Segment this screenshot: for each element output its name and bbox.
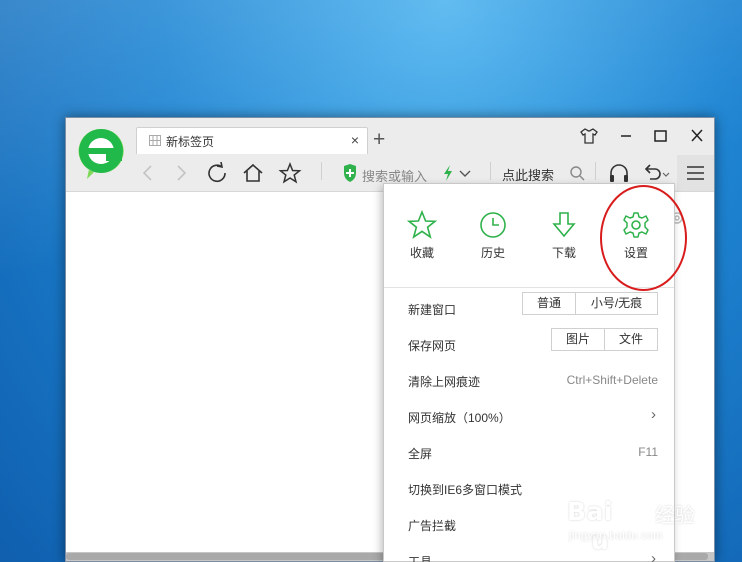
chevron-right-icon: › [651, 550, 656, 562]
watermark-url: jingyan.baidu.com [569, 530, 663, 542]
shortcut-label: Ctrl+Shift+Delete [566, 373, 658, 387]
paw-logo-icon [619, 485, 640, 506]
new-window-incognito-button[interactable]: 小号/无痕 [575, 293, 657, 314]
hamburger-menu-icon [687, 166, 704, 180]
watermark-cn: 经验 [655, 505, 695, 527]
refresh-icon[interactable] [204, 161, 230, 185]
skin-shirt-icon[interactable] [576, 125, 602, 147]
menu-item-label: 切换到IE6多窗口模式 [408, 483, 523, 497]
headphones-icon[interactable] [606, 161, 632, 185]
shortcut-label: F11 [638, 445, 658, 459]
quick-download-button[interactable]: 下载 [539, 210, 589, 261]
menu-item-label: 广告拦截 [408, 519, 457, 533]
close-icon[interactable] [684, 125, 710, 147]
menu-item-save-page[interactable]: 保存网页 图片 文件 [408, 327, 658, 363]
security-shield-icon[interactable] [338, 161, 364, 185]
search-box[interactable]: 点此搜索 [502, 165, 554, 184]
browser-logo-icon [78, 128, 124, 179]
menu-item-fullscreen[interactable]: 全屏 F11 [408, 435, 658, 471]
menu-item-label: 全屏 [408, 447, 433, 461]
menu-item-tools[interactable]: 工具 › [408, 543, 658, 562]
chevron-right-icon: › [651, 406, 656, 423]
minimize-icon[interactable] [613, 125, 639, 147]
search-icon[interactable] [566, 161, 588, 185]
quick-history-button[interactable]: 历史 [468, 210, 518, 261]
toolbar-divider [490, 162, 491, 180]
tab-close-icon[interactable]: × [351, 132, 359, 148]
home-icon[interactable] [240, 161, 266, 185]
grid-icon [149, 135, 161, 146]
chevron-down-icon[interactable] [457, 161, 473, 185]
quick-favorites-button[interactable]: 收藏 [397, 210, 447, 261]
menu-item-clear-history[interactable]: 清除上网痕迹 Ctrl+Shift+Delete [408, 363, 658, 399]
menu-item-new-window[interactable]: 新建窗口 普通 小号/无痕 [408, 291, 658, 327]
maximize-icon[interactable] [647, 125, 673, 147]
main-menu-button[interactable] [677, 155, 714, 191]
new-window-normal-button[interactable]: 普通 [523, 293, 575, 314]
browser-topbar: 新标签页 × + 搜索或输入 点此搜索 [66, 118, 714, 192]
lightning-icon[interactable] [441, 161, 455, 185]
menu-item-label: 工具 [408, 555, 433, 562]
download-icon [552, 212, 576, 238]
watermark-brand: Baiu [567, 497, 613, 555]
undo-icon[interactable] [640, 161, 672, 185]
menu-item-label: 清除上网痕迹 [408, 375, 481, 389]
toolbar-divider [321, 162, 322, 180]
favorite-star-icon[interactable] [277, 161, 303, 185]
back-icon[interactable] [135, 161, 161, 185]
menu-item-label: 保存网页 [408, 339, 457, 353]
save-as-file-button[interactable]: 文件 [604, 329, 657, 350]
star-icon [406, 210, 438, 239]
save-as-image-button[interactable]: 图片 [552, 329, 604, 350]
tab-new-tab[interactable]: 新标签页 × [136, 127, 368, 154]
save-page-options: 图片 文件 [551, 328, 658, 351]
toolbar-divider [595, 162, 596, 180]
clock-icon [480, 212, 506, 238]
new-window-options: 普通 小号/无痕 [522, 292, 658, 315]
forward-icon[interactable] [168, 161, 194, 185]
menu-item-zoom[interactable]: 网页缩放（100%） › [408, 399, 658, 435]
annotation-circle [600, 185, 687, 291]
quick-label: 下载 [551, 246, 576, 260]
new-tab-button[interactable]: + [373, 127, 385, 153]
tab-title: 新标签页 [166, 135, 215, 149]
quick-label: 历史 [480, 246, 505, 260]
quick-label: 收藏 [409, 246, 434, 260]
menu-item-label: 新建窗口 [408, 303, 457, 317]
menu-item-label: 网页缩放（100%） [408, 411, 511, 425]
